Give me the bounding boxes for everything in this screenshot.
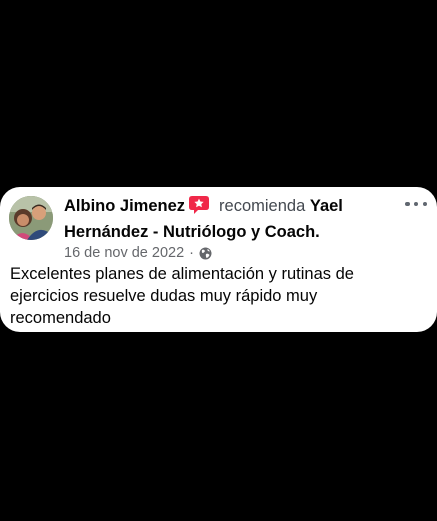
meta-separator: · — [189, 245, 194, 261]
author-name[interactable]: Albino Jimenez — [64, 197, 185, 215]
review-text: Excelentes planes de alimentación y ruti… — [10, 265, 354, 327]
avatar[interactable] — [9, 196, 53, 240]
avatar-image — [9, 196, 53, 240]
recommend-verb: recomienda — [219, 197, 306, 215]
globe-icon — [199, 247, 212, 260]
post-meta: 16 de nov de 2022 · — [64, 244, 212, 262]
post-date[interactable]: 16 de nov de 2022 — [64, 244, 184, 262]
recommend-badge-icon — [189, 196, 210, 221]
review-header: Albino Jimenez recomienda Yael Hernández… — [64, 195, 394, 244]
more-options-icon[interactable] — [405, 199, 427, 209]
review-card: Albino Jimenez recomienda Yael Hernández… — [0, 187, 437, 332]
